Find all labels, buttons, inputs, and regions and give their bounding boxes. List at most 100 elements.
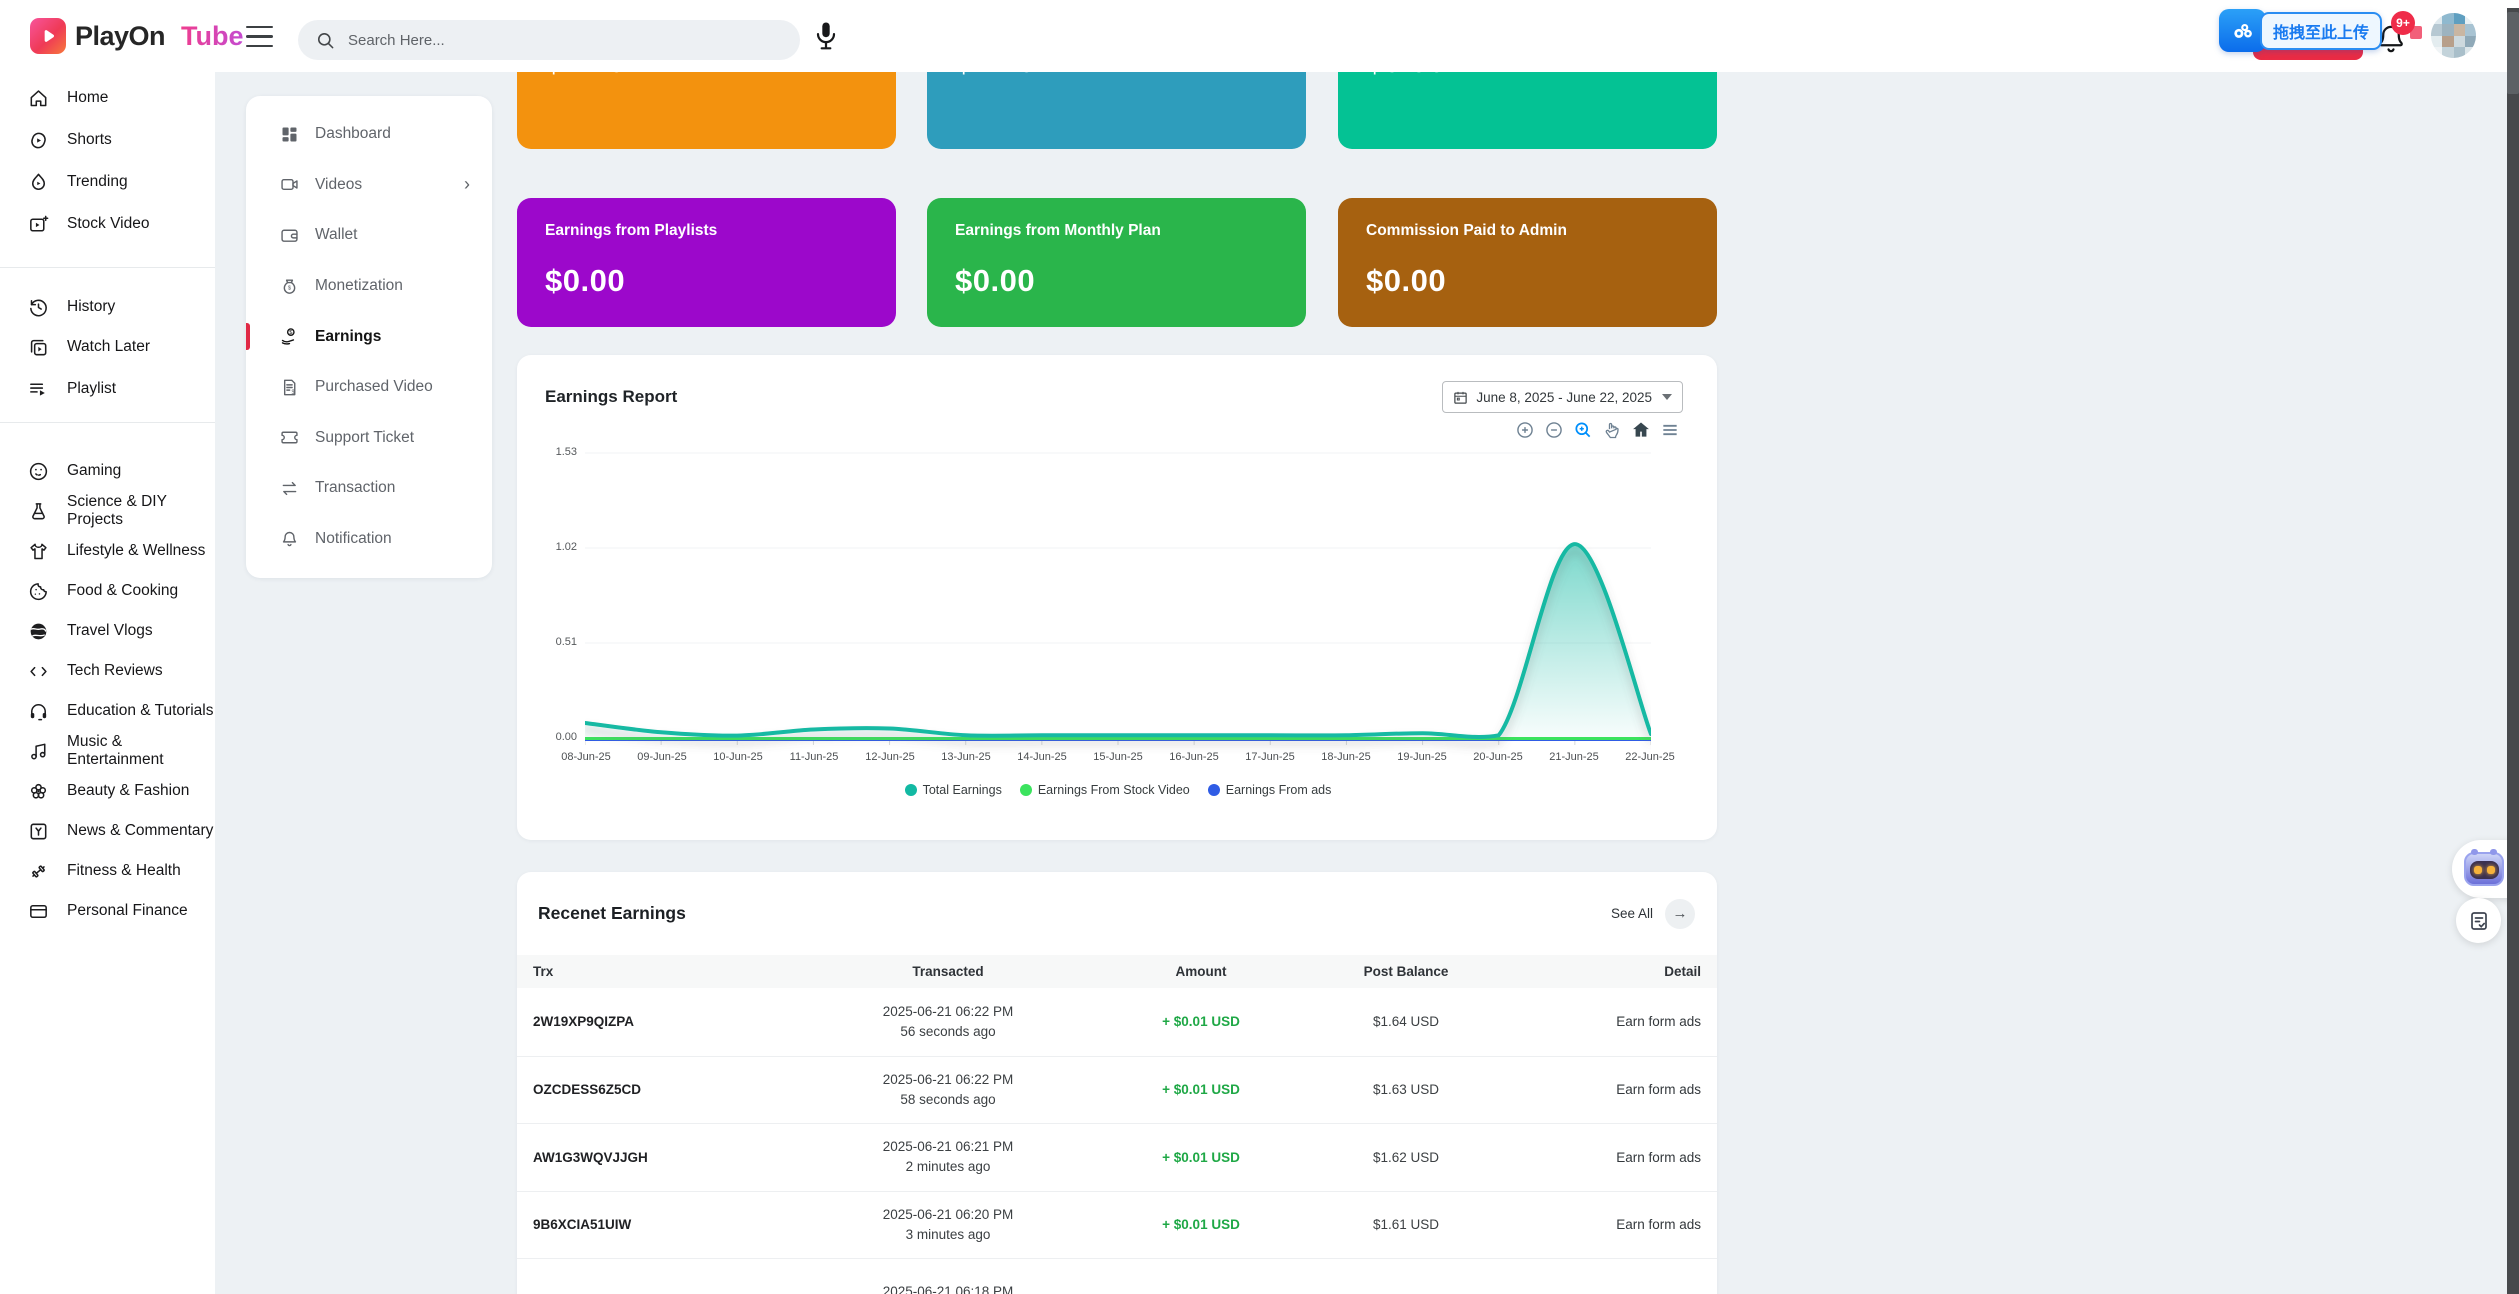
sidebar-item-watch-later[interactable]: Watch Later bbox=[0, 327, 215, 367]
transacted-ago: 56 seconds ago bbox=[793, 1022, 1103, 1042]
x-axis-tick-label: 11-Jun-25 bbox=[776, 751, 852, 763]
sidebar-item-music[interactable]: Music & Entertainment bbox=[0, 731, 215, 771]
sidebar-item-lifestyle[interactable]: Lifestyle & Wellness bbox=[0, 531, 215, 571]
sidebar-item-label: Gaming bbox=[67, 462, 121, 480]
menu-item-purchased-video[interactable]: $ Purchased Video bbox=[246, 362, 492, 413]
panning-icon[interactable] bbox=[1601, 419, 1623, 441]
sidebar-item-home[interactable]: Home bbox=[0, 78, 215, 118]
amount: + $0.01 USD bbox=[1103, 1150, 1299, 1165]
legend-item[interactable]: Total Earnings bbox=[905, 783, 1002, 797]
voice-search-mic-icon[interactable] bbox=[811, 20, 841, 52]
sidebar-item-history[interactable]: History bbox=[0, 287, 215, 327]
sidebar-item-label: News & Commentary bbox=[67, 822, 213, 840]
sidebar-item-label: Music & Entertainment bbox=[67, 733, 215, 769]
legend-marker bbox=[1020, 784, 1032, 796]
search-bar[interactable] bbox=[298, 20, 800, 60]
post-balance: $1.64 USD bbox=[1299, 1014, 1513, 1029]
trx-id: 2W19XP9QIZPA bbox=[533, 1014, 793, 1029]
zoom-out-icon[interactable] bbox=[1543, 419, 1565, 441]
menu-item-label: Earnings bbox=[315, 328, 381, 346]
sidebar-item-gaming[interactable]: Gaming bbox=[0, 451, 215, 491]
table-title: Recenet Earnings bbox=[538, 903, 686, 924]
sidebar-item-trending[interactable]: Trending bbox=[0, 162, 215, 202]
legend-item[interactable]: Earnings From Stock Video bbox=[1020, 783, 1190, 797]
x-axis-tick-label: 14-Jun-25 bbox=[1004, 751, 1080, 763]
sidebar-item-stock-video[interactable]: Stock Video bbox=[0, 204, 215, 244]
menu-item-label: Monetization bbox=[315, 277, 403, 295]
sidebar-item-playlist[interactable]: Playlist bbox=[0, 369, 215, 409]
sidebar-item-fitness[interactable]: Fitness & Health bbox=[0, 851, 215, 891]
amount: + $0.01 USD bbox=[1103, 1217, 1299, 1232]
stat-title: Earnings from Monthly Plan bbox=[955, 222, 1278, 240]
sidebar-item-label: Playlist bbox=[67, 380, 116, 398]
menu-item-earnings[interactable]: $ Earnings bbox=[246, 311, 492, 362]
see-all-button[interactable]: See All → bbox=[1611, 899, 1695, 929]
search-input[interactable] bbox=[348, 32, 748, 49]
menu-item-wallet[interactable]: Wallet bbox=[246, 210, 492, 261]
page-scrollbar-thumb[interactable] bbox=[2507, 12, 2519, 94]
sidebar-item-shorts[interactable]: Shorts bbox=[0, 120, 215, 160]
sidebar-item-beauty-fashion[interactable]: Beauty & Fashion bbox=[0, 771, 215, 811]
left-sidebar: Home Shorts Trending Stock Video History… bbox=[0, 72, 215, 1294]
sidebar-item-science-diy[interactable]: Science & DIY Projects bbox=[0, 491, 215, 531]
playon-tube-logo[interactable]: PlayOnTube bbox=[30, 18, 244, 54]
sidebar-item-tech-reviews[interactable]: Tech Reviews bbox=[0, 651, 215, 691]
chevron-down-icon bbox=[1662, 394, 1672, 400]
sidebar-item-news[interactable]: News & Commentary bbox=[0, 811, 215, 851]
drag-upload-label: 拖拽至此上传 bbox=[2260, 12, 2382, 50]
y-axis-tick-label: 1.02 bbox=[527, 541, 577, 553]
logo-text-play: PlayOn bbox=[75, 21, 165, 52]
netdisk-drag-upload-overlay[interactable]: 拖拽至此上传 bbox=[2219, 9, 2382, 52]
x-axis-tick-label: 13-Jun-25 bbox=[928, 751, 1004, 763]
sidebar-item-label: Science & DIY Projects bbox=[67, 493, 215, 529]
menu-item-label: Wallet bbox=[315, 226, 358, 244]
menu-item-label: Purchased Video bbox=[315, 378, 433, 396]
notification-bell-icon bbox=[279, 529, 300, 550]
svg-text:$: $ bbox=[288, 285, 292, 291]
user-avatar[interactable] bbox=[2431, 13, 2476, 58]
shorts-icon bbox=[27, 129, 50, 152]
menu-item-videos[interactable]: Videos › bbox=[246, 160, 492, 211]
money-bag-icon: $ bbox=[279, 276, 300, 297]
x-axis-tick-label: 08-Jun-25 bbox=[548, 751, 624, 763]
date-range-picker[interactable]: June 8, 2025 - June 22, 2025 bbox=[1442, 381, 1683, 413]
stat-title: Commission Paid to Admin bbox=[1366, 222, 1689, 240]
legend-item[interactable]: Earnings From ads bbox=[1208, 783, 1332, 797]
table-row: 9B6XCIA51UIW 2025-06-21 06:20 PM3 minute… bbox=[517, 1191, 1717, 1259]
sidebar-item-personal-finance[interactable]: Personal Finance bbox=[0, 891, 215, 931]
earnings-line-chart[interactable] bbox=[585, 445, 1651, 757]
sidebar-item-label: Shorts bbox=[67, 131, 112, 149]
stat-title: Earnings from Playlists bbox=[545, 222, 868, 240]
y-axis-labels: 1.531.020.510.00 bbox=[525, 445, 577, 757]
flask-icon bbox=[27, 500, 50, 523]
selection-zoom-icon[interactable] bbox=[1572, 419, 1594, 441]
menu-item-monetization[interactable]: $ Monetization bbox=[246, 261, 492, 312]
sidebar-item-travel-vlogs[interactable]: Travel Vlogs bbox=[0, 611, 215, 651]
sidebar-item-education[interactable]: Education & Tutorials bbox=[0, 691, 215, 731]
y-axis-tick-label: 1.53 bbox=[527, 446, 577, 458]
chart-menu-icon[interactable] bbox=[1659, 419, 1681, 441]
legend-label: Total Earnings bbox=[923, 783, 1002, 797]
watch-later-icon bbox=[27, 336, 50, 359]
play-icon bbox=[30, 18, 66, 54]
stock-video-icon bbox=[27, 213, 50, 236]
sidebar-item-food-cooking[interactable]: Food & Cooking bbox=[0, 571, 215, 611]
chart-toolbar bbox=[1514, 419, 1681, 441]
menu-item-transaction[interactable]: Transaction bbox=[246, 463, 492, 514]
zoom-in-icon[interactable] bbox=[1514, 419, 1536, 441]
notes-checklist-button[interactable] bbox=[2456, 898, 2501, 943]
menu-item-notification[interactable]: Notification bbox=[246, 514, 492, 565]
search-icon bbox=[316, 31, 335, 50]
active-indicator-bar bbox=[246, 323, 250, 350]
reset-zoom-home-icon[interactable] bbox=[1630, 419, 1652, 441]
legend-marker bbox=[1208, 784, 1220, 796]
robot-icon bbox=[2464, 852, 2504, 886]
gaming-icon bbox=[27, 460, 50, 483]
menu-item-dashboard[interactable]: Dashboard bbox=[246, 109, 492, 160]
chart-legend: Total Earnings Earnings From Stock Video E… bbox=[585, 783, 1651, 797]
page-scrollbar-track[interactable] bbox=[2507, 8, 2519, 1294]
hamburger-menu-icon[interactable] bbox=[246, 26, 273, 47]
column-header-amount: Amount bbox=[1103, 964, 1299, 979]
globe-icon bbox=[27, 620, 50, 643]
menu-item-support-ticket[interactable]: Support Ticket bbox=[246, 413, 492, 464]
